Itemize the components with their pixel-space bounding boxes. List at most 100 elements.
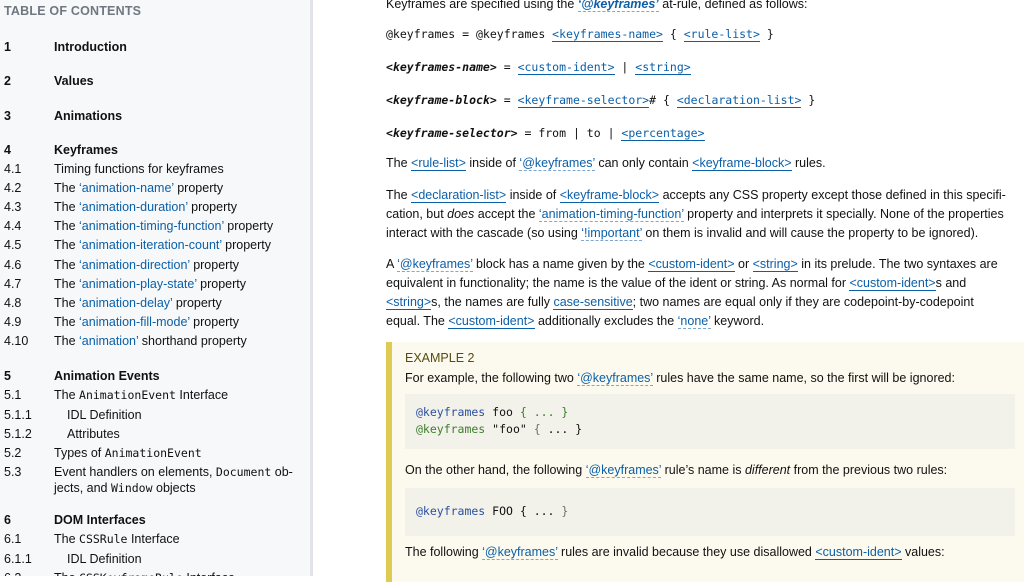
none-link[interactable]: ‘none’ bbox=[677, 314, 711, 329]
sidebar-divider bbox=[310, 0, 313, 576]
percentage-link[interactable]: <percentage> bbox=[621, 126, 705, 141]
paragraph-rule-list: The <rule-list> inside of ‘@keyframes’ c… bbox=[386, 156, 826, 171]
toc-item-number: 6 bbox=[4, 513, 11, 527]
keyframes-link[interactable]: ‘@keyframes’ bbox=[482, 545, 558, 560]
keyframe-block-link[interactable]: <keyframe-block> bbox=[559, 188, 660, 203]
toc-item-number: 6.1.1 bbox=[4, 552, 32, 566]
toc-item-number: 2 bbox=[4, 74, 11, 88]
toc-item-link: ‘animation-play-state’ bbox=[79, 277, 197, 291]
toc-item-title: The AnimationEvent Interface bbox=[54, 387, 305, 403]
toc-item-title: Event handlers on elements, Document ob-… bbox=[54, 464, 305, 496]
toc-item-number: 4.5 bbox=[4, 238, 22, 252]
toc-item-text: jects, and bbox=[54, 481, 111, 495]
declaration-list-link[interactable]: <declaration-list> bbox=[411, 188, 507, 203]
toc-item-title: The ‘animation-name’ property bbox=[54, 180, 305, 196]
toc-item-link: ‘animation-name’ bbox=[79, 181, 174, 195]
toc-item-text: IDL Definition bbox=[67, 408, 142, 422]
toc-item-text: Animations bbox=[54, 109, 123, 123]
string-link[interactable]: <string> bbox=[752, 257, 798, 272]
custom-ident-link[interactable]: <custom-ident> bbox=[448, 314, 535, 329]
toc-item-text: The bbox=[54, 238, 80, 252]
paragraph-declaration-list-line-2: cation, but does accept the ‘animation-t… bbox=[386, 207, 1004, 222]
toc-item-text: property bbox=[189, 315, 240, 329]
toc-item-title: DOM Interfaces bbox=[54, 512, 305, 528]
toc-item-title: The ‘animation-fill-mode’ property bbox=[54, 314, 305, 330]
keyframes-link[interactable]: ‘@keyframes’ bbox=[577, 371, 653, 386]
toc-item-number: 5.1.2 bbox=[4, 427, 32, 441]
toc-item-number: 5.2 bbox=[4, 446, 22, 460]
toc-item-text: The bbox=[54, 258, 80, 272]
grammar-keyframes-name: <keyframes-name> = <custom-ident> | <str… bbox=[386, 60, 691, 75]
example-box: EXAMPLE 2 For example, the following two… bbox=[386, 342, 1024, 582]
rule-list-link[interactable]: <rule-list> bbox=[683, 27, 760, 42]
toc-item-number: 4.6 bbox=[4, 258, 22, 272]
toc-item-title: The ‘animation-direction’ property bbox=[54, 257, 305, 273]
keyframes-name-link[interactable]: <keyframes-name> bbox=[552, 27, 663, 42]
toc-item-title: The CSSRule Interface bbox=[54, 531, 305, 547]
toc-item-title: Values bbox=[54, 73, 305, 89]
toc-item-text: objects bbox=[152, 481, 196, 495]
grammar-keyframe-block: <keyframe-block> = <keyframe-selector># … bbox=[386, 93, 816, 108]
intro-paragraph: Keyframes are specified using the ‘@keyf… bbox=[386, 0, 807, 12]
keyframes-link[interactable]: ‘@keyframes’ bbox=[519, 156, 595, 171]
toc-item-text: The bbox=[54, 571, 79, 576]
toc-item-text: Interface bbox=[127, 532, 180, 546]
toc-item-title: IDL Definition bbox=[67, 407, 305, 423]
toc-item-title: The ‘animation-iteration-count’ property bbox=[54, 237, 305, 253]
toc-item-text: Attributes bbox=[67, 427, 120, 441]
toc-item-code: AnimationEvent bbox=[79, 388, 176, 402]
custom-ident-link[interactable]: <custom-ident> bbox=[517, 60, 615, 75]
paragraph-declaration-list-line-1: The <declaration-list> inside of <keyfra… bbox=[386, 188, 1006, 203]
toc-item-number: 4.4 bbox=[4, 219, 22, 233]
example-sentence-2: On the other hand, the following ‘@keyfr… bbox=[405, 463, 948, 478]
toc-item-text: Event handlers on elements, bbox=[54, 465, 216, 479]
code-block-same-name: @keyframes foo { ... } @keyframes "foo" … bbox=[405, 394, 1015, 449]
custom-ident-link[interactable]: <custom-ident> bbox=[815, 545, 902, 560]
paragraph-name-line-3: <string>s, the names are fully case-sens… bbox=[386, 295, 974, 310]
keyframes-link[interactable]: ‘@keyframes’ bbox=[577, 0, 659, 12]
toc-item-text: The bbox=[54, 388, 80, 402]
toc-item-text: ob- bbox=[271, 465, 293, 479]
toc-item-text: Interface bbox=[175, 388, 229, 402]
toc-item-link: ‘animation’ bbox=[79, 334, 139, 348]
keyframes-link[interactable]: ‘@keyframes’ bbox=[397, 257, 473, 272]
string-link[interactable]: <string> bbox=[386, 295, 432, 310]
toc-item-number: 1 bbox=[4, 40, 11, 54]
case-sensitive-link[interactable]: case-sensitive bbox=[553, 295, 633, 310]
example-sentence-3: The following ‘@keyframes’ rules are inv… bbox=[405, 545, 945, 560]
toc-item-text: The bbox=[54, 315, 80, 329]
toc-item-number: 5.3 bbox=[4, 465, 22, 479]
animation-timing-function-link[interactable]: ‘animation-timing-function’ bbox=[538, 207, 684, 222]
grammar-keyframe-selector: <keyframe-selector> = from | to | <perce… bbox=[386, 126, 705, 141]
toc-item-title: Timing functions for keyframes bbox=[54, 161, 305, 177]
custom-ident-link[interactable]: <custom-ident> bbox=[648, 257, 735, 272]
toc-item-number: 4 bbox=[4, 143, 11, 157]
toc-item-title: Animation Events bbox=[54, 368, 305, 384]
toc-item-text: The bbox=[54, 219, 80, 233]
rule-list-link[interactable]: <rule-list> bbox=[411, 156, 466, 171]
custom-ident-link[interactable]: <custom-ident> bbox=[849, 276, 936, 291]
toc-item-number: 4.1 bbox=[4, 162, 22, 176]
toc-item-text: property bbox=[173, 181, 224, 195]
string-link[interactable]: <string> bbox=[635, 60, 691, 75]
keyframe-block-link[interactable]: <keyframe-block> bbox=[692, 156, 792, 171]
keyframes-link[interactable]: ‘@keyframes’ bbox=[585, 463, 662, 478]
toc-item-text: The bbox=[54, 181, 80, 195]
example-sentence-1: For example, the following two ‘@keyfram… bbox=[405, 371, 955, 386]
toc-item-number: 5.1.1 bbox=[4, 408, 32, 422]
paragraph-name-line-2: equivalent in functionality; the name is… bbox=[386, 276, 967, 291]
toc-item-number: 4.10 bbox=[4, 334, 29, 348]
toc-item-code: Window bbox=[110, 481, 153, 495]
toc-item-title: Animations bbox=[54, 108, 305, 124]
important-link[interactable]: ‘!important’ bbox=[581, 226, 642, 241]
toc-item-code: AnimationEvent bbox=[104, 446, 202, 460]
toc-item-title: Introduction bbox=[54, 39, 305, 55]
grammar-keyframes: @keyframes = @keyframes <keyframes-name>… bbox=[386, 27, 774, 42]
keyframe-selector-link[interactable]: <keyframe-selector> bbox=[517, 93, 650, 108]
toc-item-text: property bbox=[221, 238, 272, 252]
toc-item-text: property bbox=[223, 219, 274, 233]
toc-item-text: The bbox=[54, 277, 80, 291]
declaration-list-link[interactable]: <declaration-list> bbox=[676, 93, 802, 108]
toc-item-text: property bbox=[187, 200, 237, 214]
toc-item-text: Interface bbox=[183, 571, 235, 576]
